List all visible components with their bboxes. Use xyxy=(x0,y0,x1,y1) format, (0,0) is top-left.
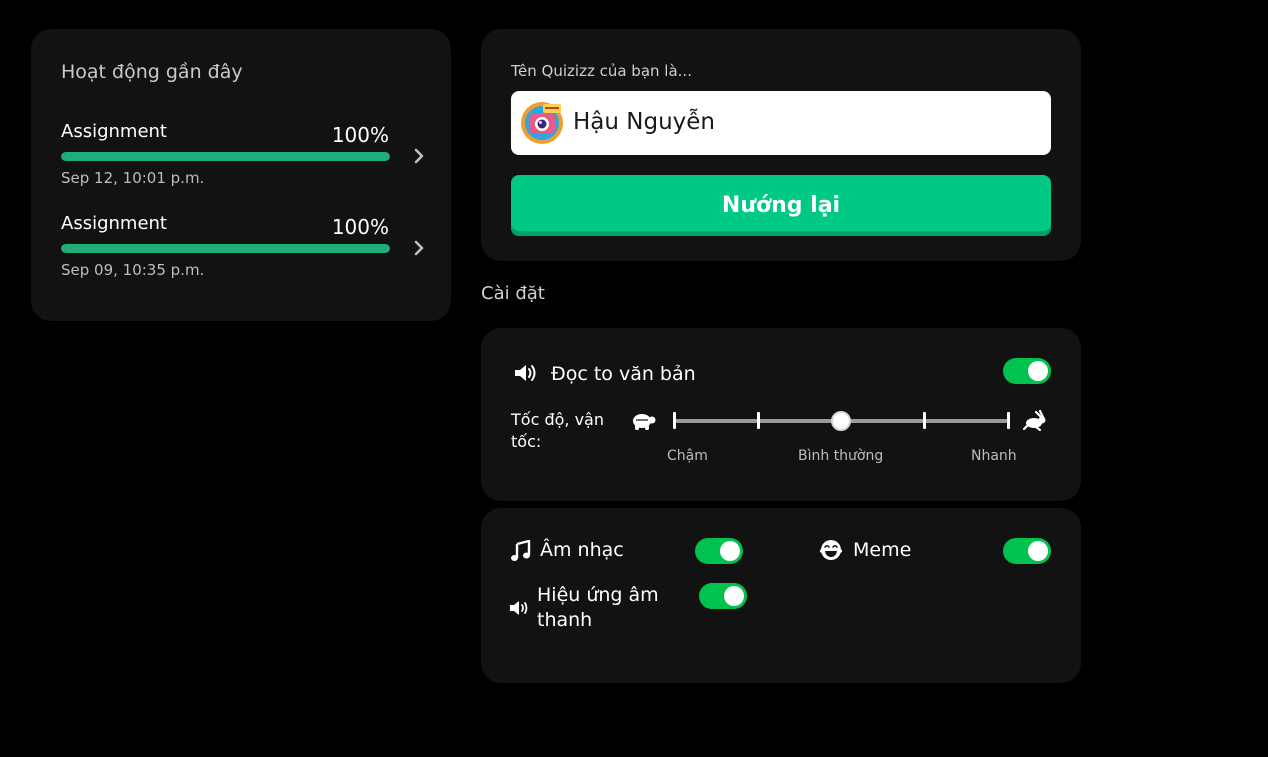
activity-date: Sep 12, 10:01 p.m. xyxy=(61,169,205,187)
activity-item[interactable]: Assignment 100% Sep 09, 10:35 p.m. xyxy=(61,213,431,285)
activity-progress-fill xyxy=(61,152,390,161)
meme-label: Meme xyxy=(853,539,912,561)
read-aloud-toggle[interactable] xyxy=(1003,358,1051,384)
activity-progress-bar xyxy=(61,244,390,253)
name-label: Tên Quizizz của bạn là... xyxy=(511,62,692,80)
speaker-loud-icon xyxy=(515,365,536,381)
read-aloud-card: Đọc to văn bản Tốc độ, vận tốc: Chậm Bìn… xyxy=(481,328,1081,501)
speed-option-normal[interactable]: Bình thường xyxy=(798,448,883,464)
toggle-knob xyxy=(1028,541,1048,561)
slider-tick xyxy=(923,412,926,429)
activity-percent: 100% xyxy=(331,215,389,239)
avatar xyxy=(521,102,563,144)
speed-label: Tốc độ, vận tốc: xyxy=(511,410,604,451)
laughing-face-icon xyxy=(819,540,843,560)
activity-percent: 100% xyxy=(331,123,389,147)
activity-label: Assignment xyxy=(61,121,167,142)
speed-option-slow[interactable]: Chậm xyxy=(667,448,708,464)
activity-progress-fill xyxy=(61,244,390,253)
toggle-knob xyxy=(724,586,744,606)
music-toggle[interactable] xyxy=(695,538,743,564)
speed-slider-thumb[interactable] xyxy=(831,411,851,431)
quizizz-name-card: Tên Quizizz của bạn là... Hậu Nguyễn Nướ… xyxy=(481,29,1081,261)
turtle-icon xyxy=(633,414,656,430)
slider-tick xyxy=(757,412,760,429)
sound-effects-toggle[interactable] xyxy=(699,583,747,609)
activity-progress-bar xyxy=(61,152,390,161)
music-label: Âm nhạc xyxy=(540,539,624,561)
name-display: Hậu Nguyễn xyxy=(511,91,1051,155)
settings-title: Cài đặt xyxy=(481,283,545,304)
player-name: Hậu Nguyễn xyxy=(573,109,715,135)
rabbit-icon xyxy=(1022,410,1046,432)
toggle-knob xyxy=(720,541,740,561)
read-aloud-label: Đọc to văn bản xyxy=(551,363,696,385)
slider-tick xyxy=(673,412,676,429)
recent-activity-card: Hoạt động gần đây Assignment 100% Sep 12… xyxy=(31,29,451,321)
sound-effects-label: Hiệu ứng âm thanh xyxy=(537,584,659,631)
activity-item[interactable]: Assignment 100% Sep 12, 10:01 p.m. xyxy=(61,121,431,193)
meme-toggle[interactable] xyxy=(1003,538,1051,564)
recent-activity-title: Hoạt động gần đây xyxy=(61,61,243,83)
chevron-right-icon[interactable] xyxy=(409,238,429,258)
slider-tick xyxy=(1007,412,1010,429)
speaker-icon xyxy=(510,601,528,615)
toggle-knob xyxy=(1028,361,1048,381)
music-note-icon xyxy=(511,540,531,561)
reroll-name-button[interactable]: Nướng lại xyxy=(511,175,1051,236)
speed-option-fast[interactable]: Nhanh xyxy=(971,448,1017,464)
activity-label: Assignment xyxy=(61,213,167,234)
chevron-right-icon[interactable] xyxy=(409,146,429,166)
sound-settings-card: Âm nhạc Meme Hiệu ứng âm thanh xyxy=(481,508,1081,683)
activity-date: Sep 09, 10:35 p.m. xyxy=(61,261,205,279)
